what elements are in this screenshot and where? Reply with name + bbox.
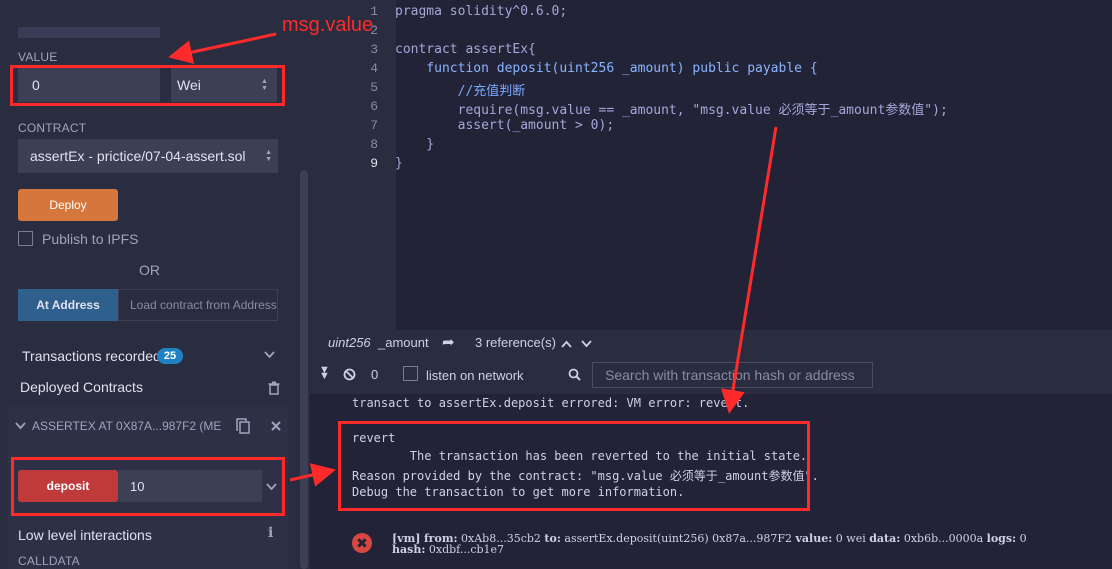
symbol-name: _amount bbox=[378, 335, 429, 350]
code-line: } bbox=[395, 156, 403, 171]
code-line: require(msg.value == _amount, "msg.value… bbox=[395, 103, 948, 118]
annotation-box-deposit bbox=[11, 457, 285, 516]
annotation-box-value bbox=[10, 65, 285, 106]
or-text: OR bbox=[139, 262, 160, 278]
low-level-interactions-label: Low level interactions bbox=[18, 527, 152, 543]
contract-instance-title: ASSERTEX AT 0X87A...987F2 (MEMORY) bbox=[32, 419, 222, 433]
annotation-msg-value: msg.value bbox=[282, 14, 374, 36]
updown-icon: ▲ ▼ bbox=[265, 149, 272, 163]
truncated-field-bar bbox=[18, 27, 160, 38]
code-line: assert(_amount > 0); bbox=[395, 118, 615, 133]
code-line: } bbox=[395, 137, 435, 152]
line-number: 6 bbox=[370, 99, 378, 114]
load-contract-input[interactable]: Load contract from Address bbox=[118, 289, 278, 321]
deployed-contracts-label: Deployed Contracts bbox=[20, 379, 143, 395]
code-line: pragma solidity^0.6.0; bbox=[395, 4, 568, 19]
close-icon[interactable] bbox=[271, 421, 281, 431]
pending-tx-count: 0 bbox=[371, 367, 379, 382]
vm-logs-value: 0 bbox=[1019, 532, 1027, 545]
calldata-label: CALLDATA bbox=[18, 554, 80, 568]
run-panel: VALUE 0 Wei ▲ ▼ CONTRACT assertEx - prict… bbox=[0, 0, 310, 569]
symbol-status-bar: uint256 _amount ➦ 3 reference(s) bbox=[310, 330, 1112, 356]
contract-label: CONTRACT bbox=[18, 121, 87, 135]
search-icon bbox=[568, 368, 581, 381]
vm-hash-row: hash: 0xdbf...cb1e7 bbox=[392, 543, 504, 556]
line-number: 7 bbox=[370, 118, 378, 133]
line-number: 4 bbox=[370, 61, 378, 76]
line-number: 8 bbox=[370, 137, 378, 152]
chevron-down-icon[interactable] bbox=[15, 422, 26, 430]
references-count: 3 reference(s) bbox=[475, 335, 556, 350]
vm-value-value: 0 wei bbox=[835, 532, 866, 545]
transactions-count-badge: 25 bbox=[157, 348, 183, 364]
code-line: contract assertEx{ bbox=[395, 42, 536, 57]
line-number: 3 bbox=[370, 42, 378, 57]
vm-value-label: value: bbox=[795, 532, 833, 545]
code-line: //充值判断 bbox=[395, 84, 526, 99]
publish-ipfs-label: Publish to IPFS bbox=[42, 231, 139, 247]
listen-network-label: listen on network bbox=[426, 368, 524, 383]
copy-icon[interactable] bbox=[236, 418, 250, 434]
chevron-down-icon[interactable] bbox=[264, 351, 275, 359]
trash-icon[interactable] bbox=[268, 381, 280, 395]
panel-scrollbar[interactable] bbox=[300, 170, 308, 569]
goto-definition-icon[interactable]: ➦ bbox=[442, 333, 455, 351]
code-editor[interactable]: 1 2 3 4 5 6 7 8 9 pragma solidity^0.6.0;… bbox=[310, 0, 1112, 330]
terminal-search-input[interactable]: Search with transaction hash or address bbox=[592, 362, 873, 388]
vm-logs-label: logs: bbox=[986, 532, 1017, 545]
publish-ipfs-checkbox[interactable] bbox=[18, 231, 33, 246]
transactions-recorded-label[interactable]: Transactions recorded bbox=[22, 348, 161, 364]
error-log-line: transact to assertEx.deposit errored: VM… bbox=[352, 396, 750, 410]
listen-network-checkbox[interactable] bbox=[403, 366, 418, 381]
info-icon[interactable]: i bbox=[268, 525, 273, 541]
deploy-button[interactable]: Deploy bbox=[18, 189, 118, 221]
chevron-down-icon[interactable] bbox=[581, 340, 592, 348]
vm-hash-label: hash: bbox=[392, 543, 426, 556]
contract-select-value: assertEx - prictice/07-04-assert.sol bbox=[30, 148, 246, 164]
vm-data-label: data: bbox=[869, 532, 901, 545]
at-address-button[interactable]: At Address bbox=[18, 289, 118, 321]
line-number: 5 bbox=[370, 80, 378, 95]
error-icon: ✖ bbox=[352, 533, 372, 553]
clear-console-icon[interactable] bbox=[343, 368, 356, 381]
vm-data-value: 0xb6b...0000a bbox=[903, 532, 984, 545]
line-number: 9 bbox=[370, 156, 378, 171]
vm-hash-value: 0xdbf...cb1e7 bbox=[428, 543, 505, 556]
symbol-type: uint256 bbox=[328, 335, 371, 350]
annotation-box-revert bbox=[338, 421, 810, 511]
vm-to-value: assertEx.deposit(uint256) 0x87a...987F2 bbox=[564, 532, 793, 545]
vm-to-label: to: bbox=[544, 532, 561, 545]
double-chevron-down-icon[interactable]: ▼ ▼ bbox=[319, 365, 330, 382]
value-label: VALUE bbox=[18, 50, 58, 64]
chevron-up-icon[interactable] bbox=[561, 340, 572, 348]
code-line: function deposit(uint256 _amount) public… bbox=[395, 61, 818, 76]
contract-select[interactable]: assertEx - prictice/07-04-assert.sol ▲ ▼ bbox=[18, 139, 278, 173]
